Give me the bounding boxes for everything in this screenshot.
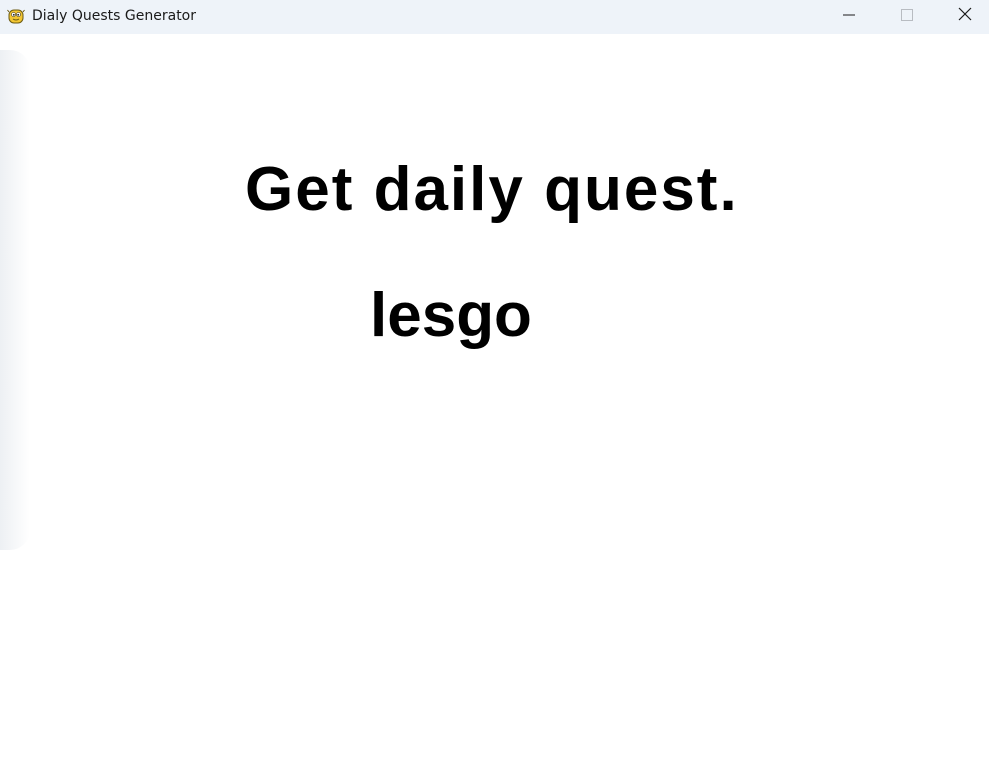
left-edge-shadow [0, 50, 30, 550]
python-snake-icon [7, 7, 25, 25]
close-icon [957, 6, 973, 26]
minimize-button[interactable] [821, 0, 877, 32]
title-bar[interactable]: Dialy Quests Generator [0, 0, 989, 34]
maximize-icon [900, 7, 914, 26]
lesgo-button[interactable]: lesgo [370, 276, 532, 356]
maximize-button[interactable] [879, 0, 935, 32]
minimize-icon [842, 7, 856, 26]
close-button[interactable] [937, 0, 989, 32]
app-window: Dialy Quests Generator Get daily quest. … [0, 0, 989, 782]
page-title: Get daily quest. [245, 155, 739, 224]
window-title: Dialy Quests Generator [32, 8, 197, 24]
